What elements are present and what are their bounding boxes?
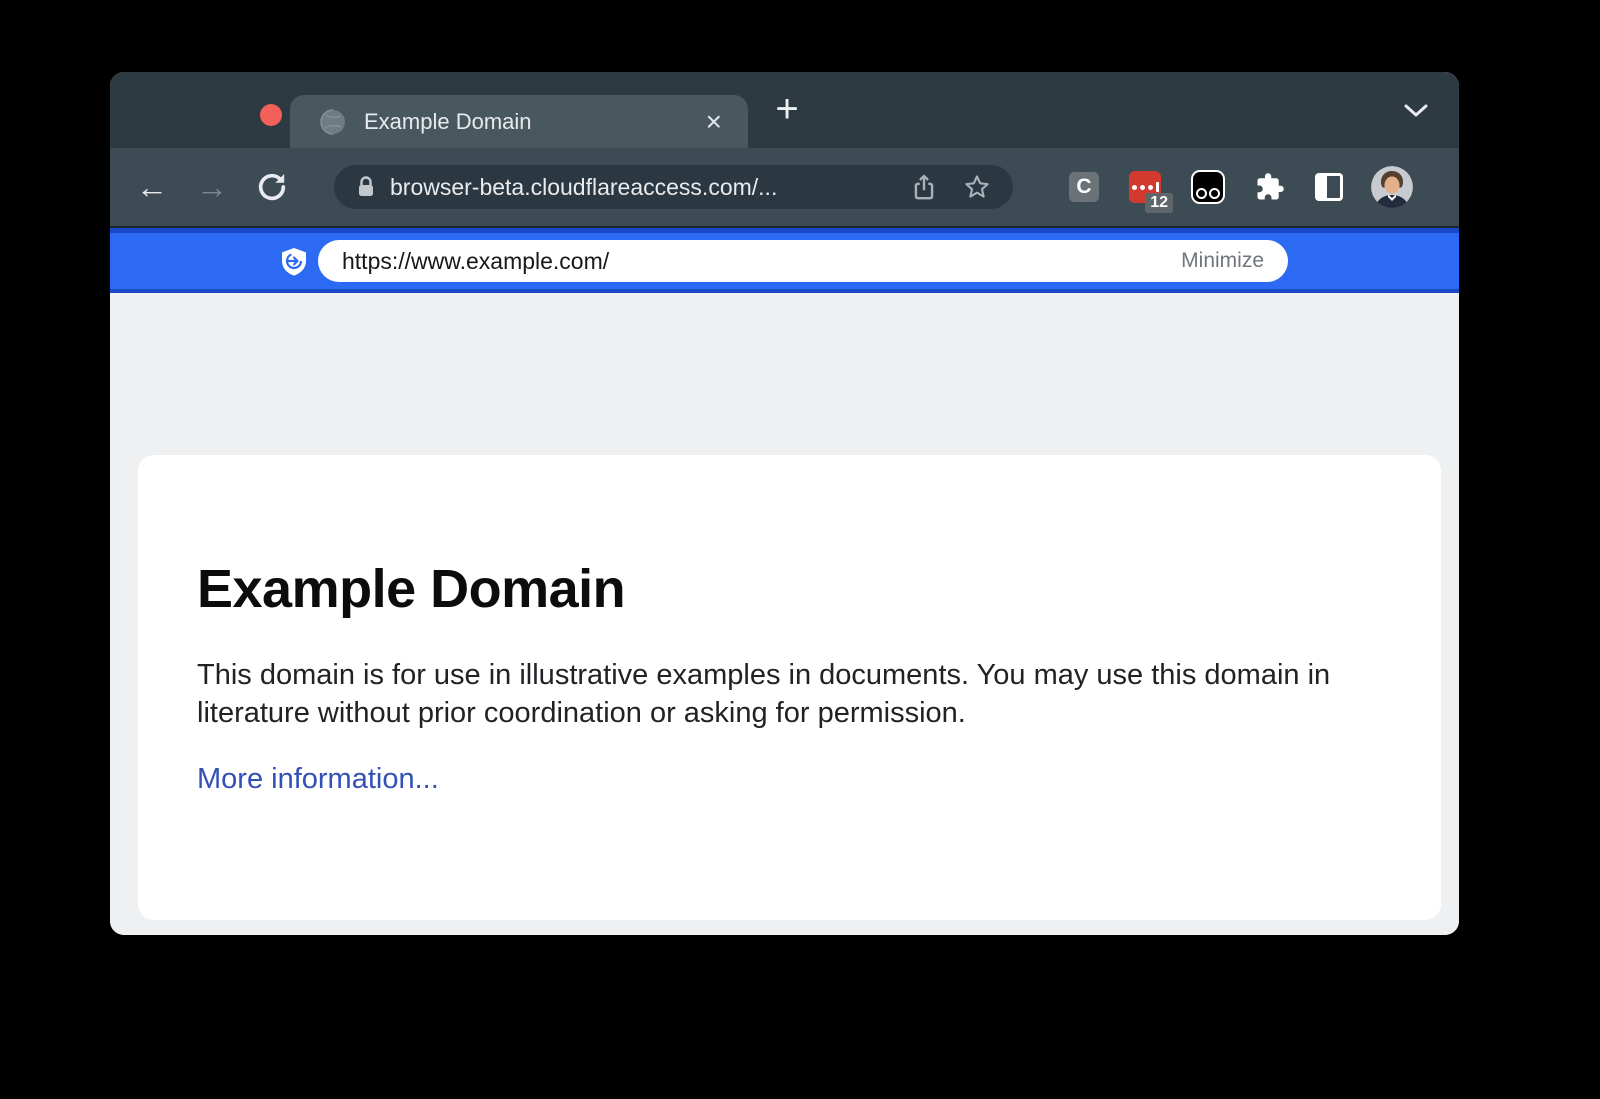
isolation-shield-icon: [280, 247, 308, 279]
reload-button[interactable]: [250, 165, 294, 209]
extensions-puzzle-icon[interactable]: [1255, 172, 1285, 202]
side-panel-icon[interactable]: [1315, 173, 1343, 201]
isolation-url-banner: Minimize: [110, 228, 1459, 293]
browser-toolbar: ← → browser-beta.cloudflareaccess.com/..…: [110, 148, 1459, 228]
back-button[interactable]: ←: [130, 165, 174, 209]
browser-menu-icon[interactable]: ⋮: [1449, 172, 1459, 202]
more-information-link[interactable]: More information...: [197, 763, 439, 796]
omnibox-url: browser-beta.cloudflareaccess.com/...: [390, 174, 777, 201]
browser-window: Example Domain × + ← → browser-beta.clou…: [110, 72, 1459, 935]
lock-icon: [356, 175, 376, 199]
page-paragraph: This domain is for use in illustrative e…: [197, 656, 1347, 732]
page-title: Example Domain: [197, 558, 1381, 620]
forward-button: →: [190, 165, 234, 209]
tab-strip: Example Domain × +: [110, 72, 1459, 148]
tab-search-chevron-icon[interactable]: [1403, 103, 1429, 118]
close-window-button[interactable]: [260, 104, 282, 126]
reload-icon: [255, 170, 289, 204]
share-icon[interactable]: [911, 173, 937, 201]
page-viewport: Example Domain This domain is for use in…: [110, 293, 1459, 935]
isolation-url-input[interactable]: [342, 248, 1181, 275]
isolation-url-pill: Minimize: [318, 240, 1288, 282]
new-tab-button[interactable]: +: [765, 88, 809, 132]
extension-lastpass-icon[interactable]: 12: [1129, 171, 1161, 203]
tab-title: Example Domain: [364, 109, 702, 135]
minimize-banner-button[interactable]: Minimize: [1181, 249, 1264, 273]
extension-two-circles-icon[interactable]: [1191, 170, 1225, 204]
avatar-image: [1371, 166, 1413, 208]
globe-favicon-icon: [320, 109, 346, 135]
extension-badge: 12: [1145, 193, 1173, 213]
content-card: Example Domain This domain is for use in…: [138, 455, 1441, 920]
extension-c-icon[interactable]: C: [1069, 172, 1099, 202]
tab-close-icon[interactable]: ×: [702, 108, 726, 136]
bookmark-star-icon[interactable]: [963, 173, 991, 201]
extensions-row: C 12 ⋮: [1069, 166, 1459, 208]
tab-example-domain[interactable]: Example Domain ×: [290, 95, 748, 148]
profile-avatar[interactable]: [1371, 166, 1413, 208]
omnibox[interactable]: browser-beta.cloudflareaccess.com/...: [334, 165, 1013, 209]
